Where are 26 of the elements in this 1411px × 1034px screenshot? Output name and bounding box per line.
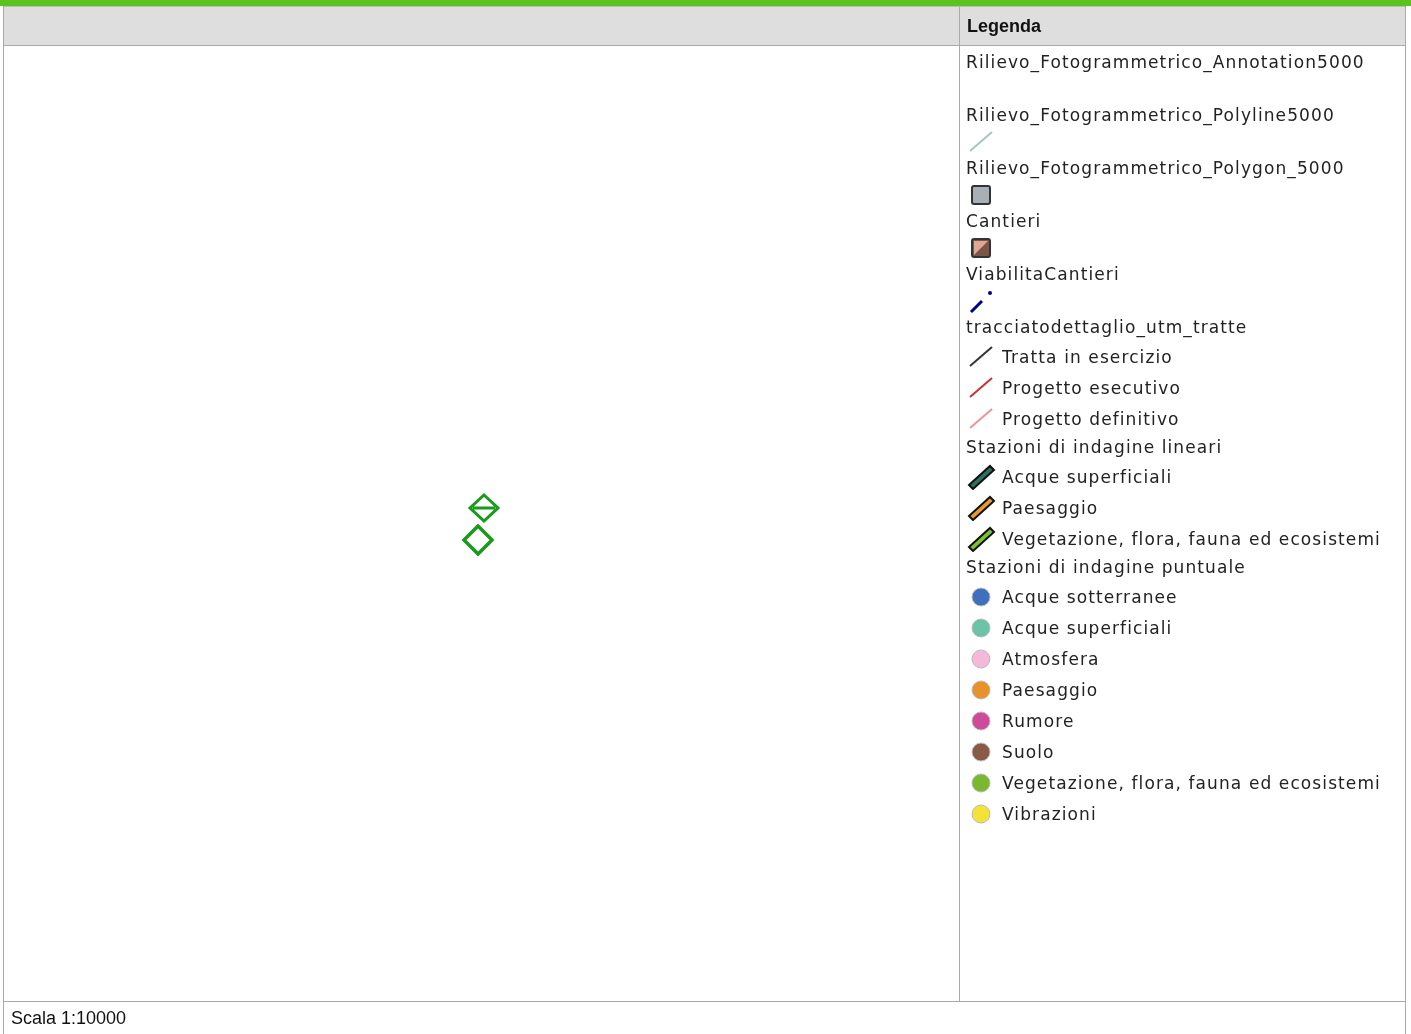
map-marker-icon (461, 524, 495, 556)
layer-title: Rilievo_Fotogrammetrico_Polyline5000 (966, 104, 1336, 128)
layer-title: Rilievo_Fotogrammetrico_Annotation5000 (966, 51, 1366, 75)
legend-label: Tratta in esercizio (1002, 346, 1173, 367)
layer-title: tracciatodettaglio_utm_tratte (966, 316, 1249, 340)
layer-title: Stazioni di indagine puntuale (966, 556, 1247, 579)
layer-title: ViabilitaCantieri (966, 263, 1121, 286)
legend-label: Rumore (1002, 710, 1075, 731)
legend-label: Progetto definitivo (1002, 408, 1180, 429)
legend-label: Acque superficiali (1002, 466, 1173, 487)
layer-title: Cantieri (966, 210, 1043, 233)
legend-label: Vibrazioni (1002, 803, 1097, 824)
scale-label: Scala 1:10000 (11, 1007, 127, 1029)
legend-label: Suolo (1002, 741, 1055, 762)
legend-label: Vegetazione, flora, fauna ed ecosistemi (1002, 528, 1381, 549)
legend-label: Atmosfera (1002, 648, 1100, 669)
legend-label: Paesaggio (1002, 679, 1099, 700)
legend-label: Vegetazione, flora, fauna ed ecosistemi (1002, 772, 1381, 793)
legend-title: Legenda (967, 15, 1041, 37)
legend-label: Acque sotterranee (1002, 586, 1178, 607)
layer-title: Rilievo_Fotogrammetrico_Polygon_5000 (966, 157, 1346, 181)
layer-title: Stazioni di indagine lineari (966, 436, 1224, 459)
map-marker-icon (467, 493, 501, 523)
legend-label: Progetto esecutivo (1002, 377, 1181, 398)
legend-label: Acque superficiali (1002, 617, 1173, 638)
legend-label: Paesaggio (1002, 497, 1099, 518)
